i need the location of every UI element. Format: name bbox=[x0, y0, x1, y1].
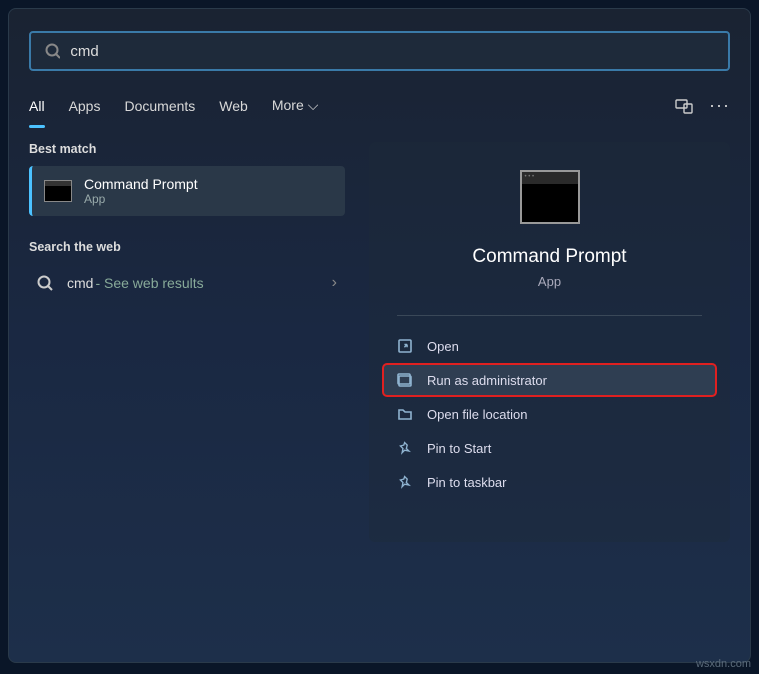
best-match-title: Command Prompt bbox=[84, 176, 198, 192]
action-pin-to-start[interactable]: Pin to Start bbox=[383, 432, 716, 464]
action-label: Pin to Start bbox=[427, 441, 491, 456]
action-label: Pin to taskbar bbox=[427, 475, 507, 490]
more-options-button[interactable]: ··· bbox=[709, 95, 730, 116]
divider bbox=[397, 315, 702, 316]
best-match-label: Best match bbox=[29, 142, 345, 156]
preview-title: Command Prompt bbox=[369, 246, 730, 268]
filter-tabs: All Apps Documents Web More⌵ ··· bbox=[29, 89, 730, 122]
tab-all[interactable]: All bbox=[29, 90, 45, 122]
action-open[interactable]: Open bbox=[383, 330, 716, 362]
watermark: wsxdn.com bbox=[696, 658, 751, 670]
tab-apps[interactable]: Apps bbox=[69, 90, 101, 122]
web-search-result[interactable]: cmd - See web results › bbox=[29, 264, 345, 302]
web-suffix: - See web results bbox=[95, 275, 203, 291]
action-run-as-administrator[interactable]: Run as administrator bbox=[383, 364, 716, 396]
pin-icon bbox=[397, 474, 413, 490]
command-prompt-icon bbox=[44, 180, 72, 202]
start-search-window: All Apps Documents Web More⌵ ··· Best ma… bbox=[8, 8, 751, 663]
best-match-subtitle: App bbox=[84, 192, 198, 206]
preview-panel: • • • Command Prompt App Open Run as adm… bbox=[369, 142, 730, 542]
chevron-right-icon: › bbox=[332, 274, 337, 292]
tab-more[interactable]: More⌵ bbox=[272, 89, 319, 122]
more-icon: ··· bbox=[709, 95, 730, 116]
action-label: Open file location bbox=[427, 407, 527, 422]
command-prompt-icon: • • • bbox=[520, 170, 580, 224]
best-match-result[interactable]: Command Prompt App bbox=[29, 166, 345, 216]
folder-icon bbox=[397, 406, 413, 422]
open-icon bbox=[397, 338, 413, 354]
pin-icon bbox=[397, 440, 413, 456]
results-column: Best match Command Prompt App Search the… bbox=[29, 142, 345, 542]
search-web-label: Search the web bbox=[29, 240, 345, 254]
action-pin-to-taskbar[interactable]: Pin to taskbar bbox=[383, 466, 716, 498]
admin-icon bbox=[397, 372, 413, 388]
tab-documents[interactable]: Documents bbox=[124, 90, 195, 122]
web-query: cmd bbox=[67, 275, 93, 291]
devices-icon bbox=[675, 97, 693, 115]
content-area: Best match Command Prompt App Search the… bbox=[9, 142, 750, 542]
action-list: Open Run as administrator Open file loca… bbox=[369, 324, 730, 504]
action-label: Run as administrator bbox=[427, 373, 547, 388]
tab-web[interactable]: Web bbox=[219, 90, 248, 122]
search-icon bbox=[37, 275, 53, 291]
search-input[interactable] bbox=[70, 43, 714, 60]
chevron-down-icon: ⌵ bbox=[308, 97, 319, 114]
search-icon bbox=[45, 43, 60, 59]
preview-subtitle: App bbox=[369, 274, 730, 289]
action-label: Open bbox=[427, 339, 459, 354]
search-bar[interactable] bbox=[29, 31, 730, 71]
action-open-file-location[interactable]: Open file location bbox=[383, 398, 716, 430]
device-search-button[interactable] bbox=[675, 97, 693, 115]
